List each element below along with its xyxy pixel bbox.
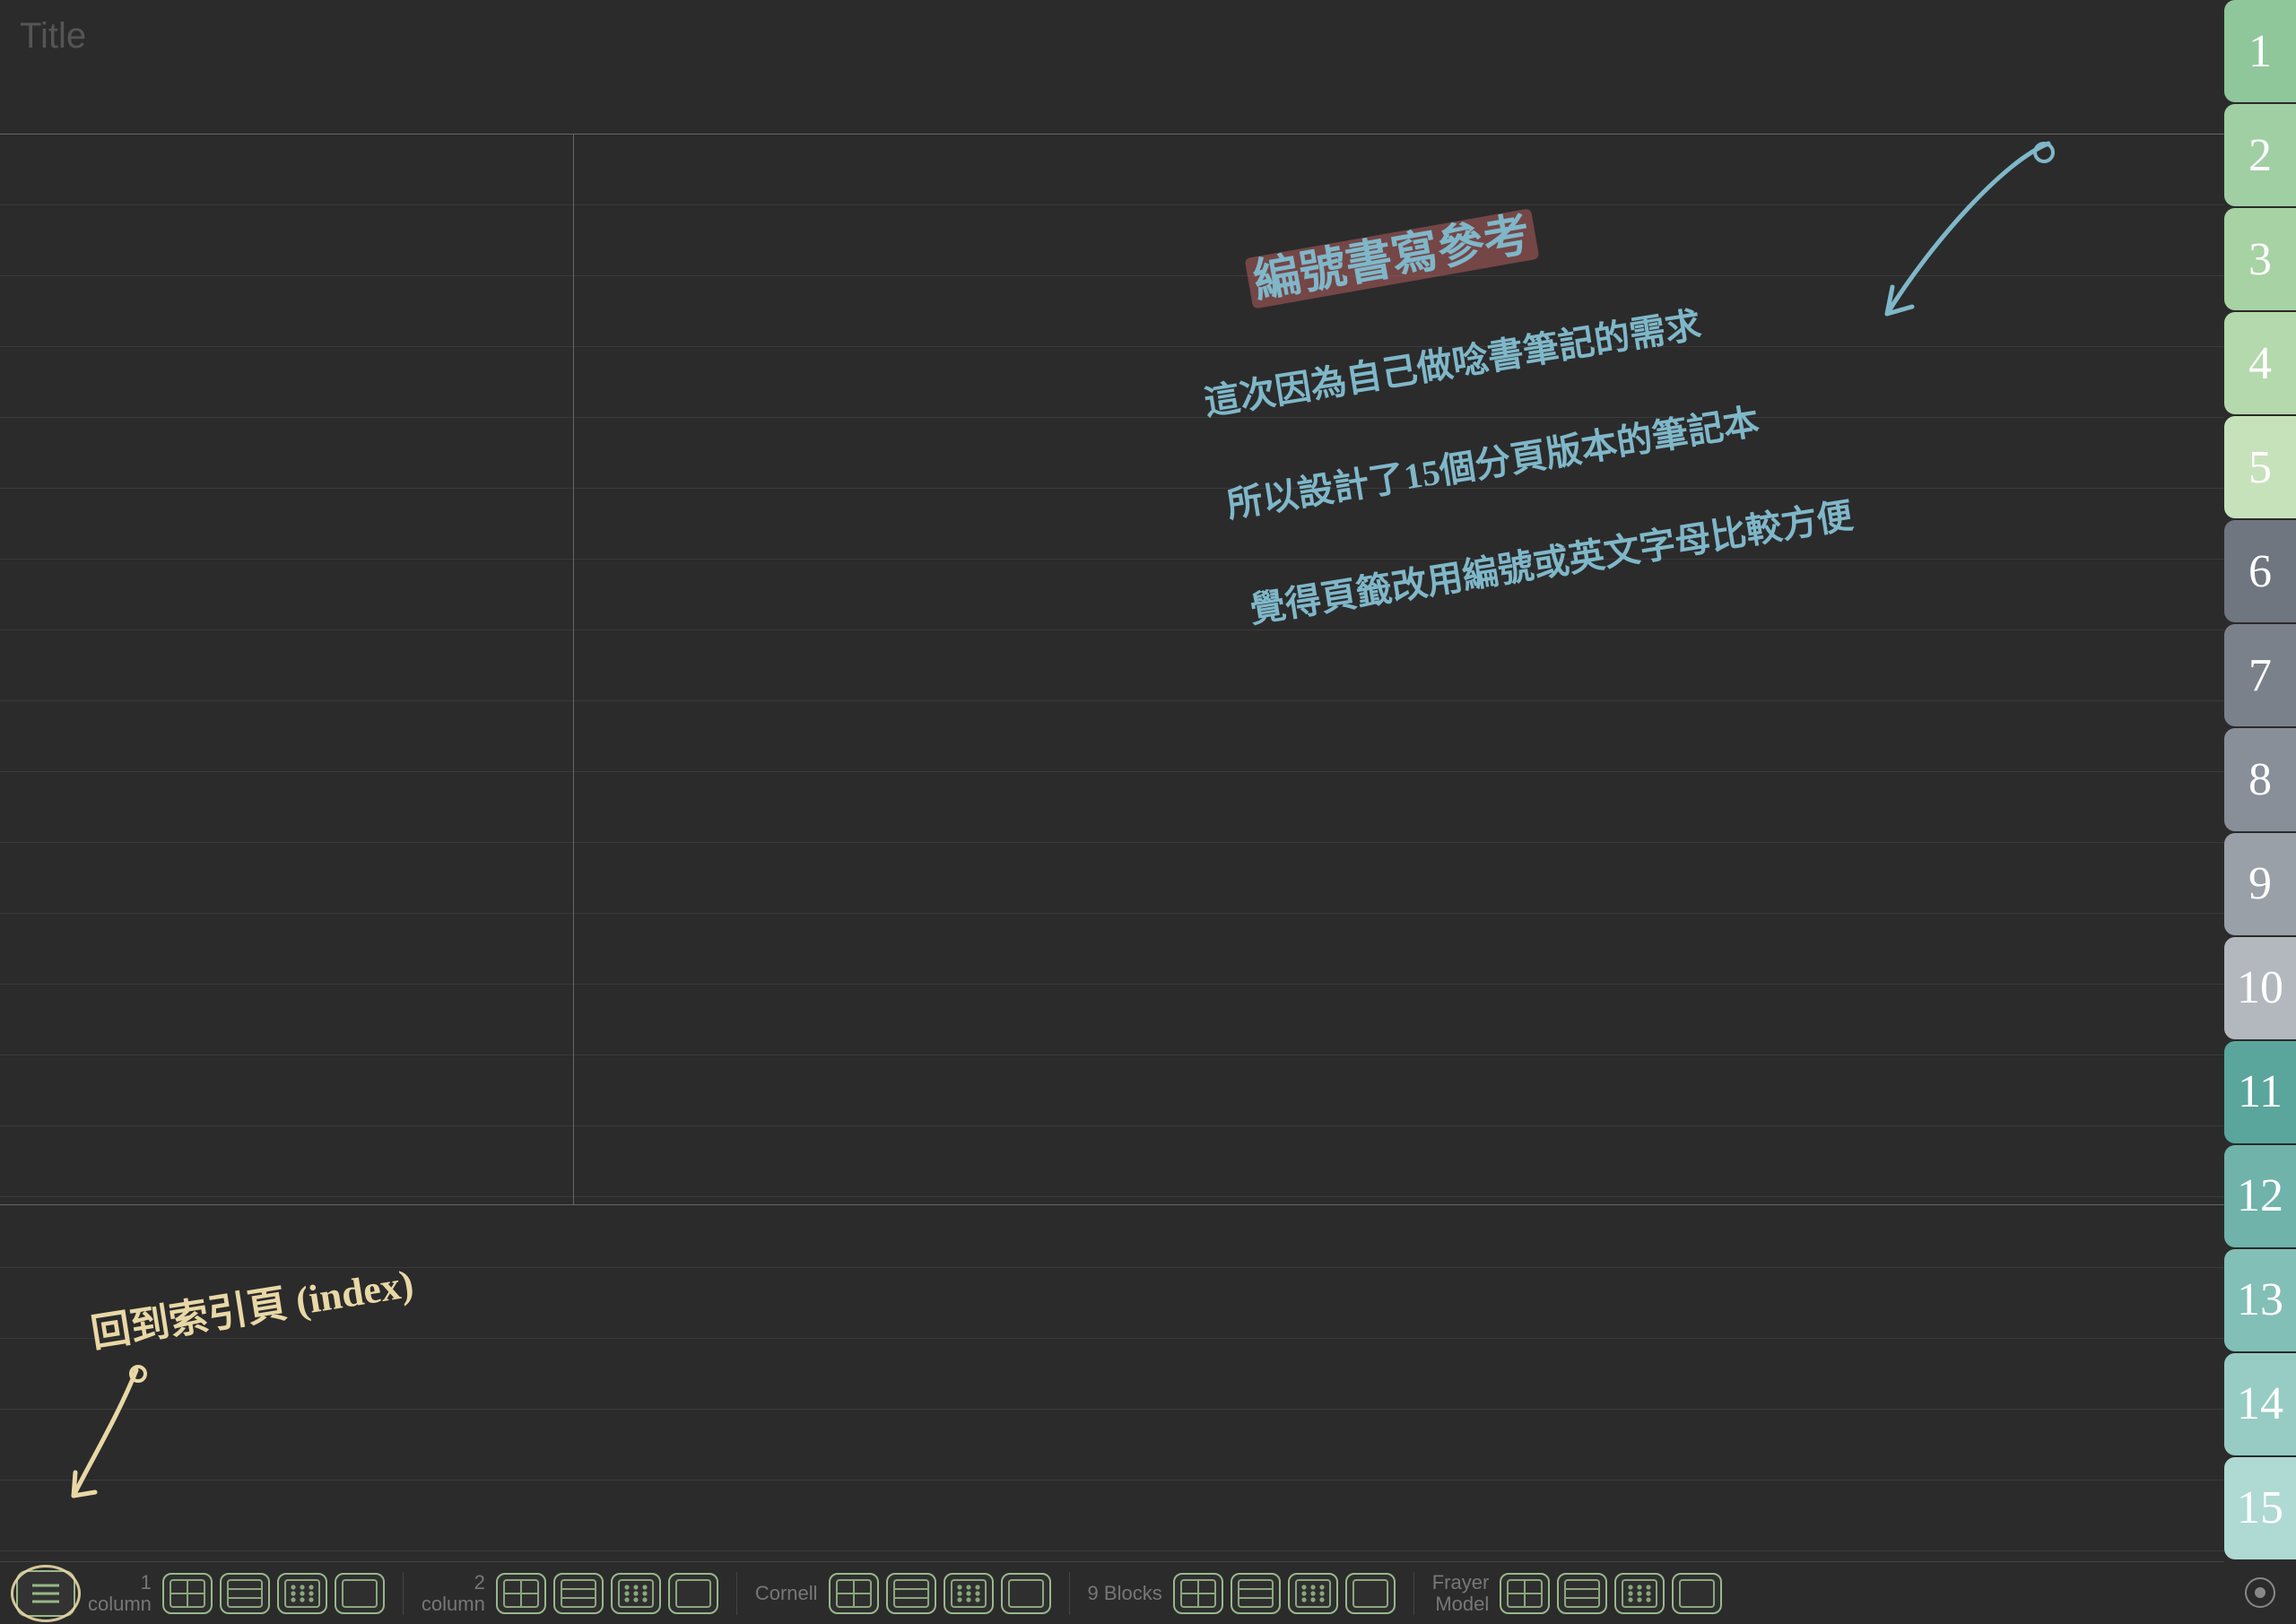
section-tab-9[interactable]: 9 [2224, 833, 2296, 935]
title-bar[interactable]: Title [0, 0, 2224, 135]
layout-blank-icon [1679, 1579, 1715, 1608]
layout-rows-icon [227, 1579, 263, 1608]
layout-1-rows[interactable] [220, 1573, 270, 1614]
layout-cornell-rows[interactable] [886, 1573, 936, 1614]
target-icon [2243, 1576, 2277, 1610]
layout-group-label: 2column [422, 1572, 489, 1613]
section-tab-7[interactable]: 7 [2224, 624, 2296, 726]
layout-2-rows[interactable] [553, 1573, 604, 1614]
layout-grid-icon [503, 1579, 539, 1608]
section-tab-5[interactable]: 5 [2224, 416, 2296, 518]
layout-grid-icon [1180, 1579, 1216, 1608]
handwriting-heading: 編號書寫參考 [1242, 195, 1540, 312]
layout-dots-icon [1622, 1579, 1657, 1608]
layout-group-label: FrayerModel [1432, 1572, 1493, 1613]
layout-grid-icon [1507, 1579, 1543, 1608]
layout-1-grid[interactable] [162, 1573, 213, 1614]
handwriting-line-2: 所以設計了15個分頁版本的筆記本 [1222, 393, 1762, 528]
layout-dots-icon [1295, 1579, 1331, 1608]
layout-group-1: 2column [422, 1572, 718, 1613]
cornell-summary-divider [0, 1204, 2224, 1205]
layout-frayer-grid[interactable] [1500, 1573, 1550, 1614]
layout-9blocks-blank[interactable] [1345, 1573, 1396, 1614]
layout-grid-icon [170, 1579, 205, 1608]
section-tab-6[interactable]: 6 [2224, 520, 2296, 622]
layout-dots-icon [951, 1579, 987, 1608]
arrow-to-menu-icon [56, 1361, 163, 1505]
cornell-cue-column [0, 135, 574, 1204]
layout-frayer-rows[interactable] [1557, 1573, 1607, 1614]
hamburger-icon [30, 1582, 61, 1605]
layout-rows-icon [561, 1579, 596, 1608]
layout-2-grid[interactable] [496, 1573, 546, 1614]
layout-group-label: 1column [88, 1572, 155, 1613]
handwriting-line-3: 覺得頁籤改用編號或英文字母比較方便 [1245, 487, 1856, 634]
layout-grid-icon [836, 1579, 872, 1608]
index-menu-button[interactable] [16, 1570, 75, 1617]
toolbar-separator [1413, 1572, 1414, 1615]
layout-rows-icon [893, 1579, 929, 1608]
layout-blank-icon [1352, 1579, 1388, 1608]
layout-blank-icon [675, 1579, 711, 1608]
toolbar-separator [403, 1572, 404, 1615]
section-tab-12[interactable]: 12 [2224, 1145, 2296, 1247]
tab-target-button[interactable] [2224, 1561, 2296, 1624]
layout-2-dots[interactable] [611, 1573, 661, 1614]
section-tabs-rail: 123456789101112131415 [2224, 0, 2296, 1624]
handwriting-index-label: 回到索引頁 (index) [86, 1251, 417, 1359]
layout-dots-icon [284, 1579, 320, 1608]
layout-9blocks-grid[interactable] [1173, 1573, 1223, 1614]
layout-cornell-blank[interactable] [1001, 1573, 1051, 1614]
toolbar-separator [1069, 1572, 1070, 1615]
layout-9blocks-dots[interactable] [1288, 1573, 1338, 1614]
section-tab-14[interactable]: 14 [2224, 1353, 2296, 1455]
layout-toolbar: 1column 2column Cornell 9 Blocks FrayerM… [0, 1561, 2224, 1624]
layout-blank-icon [1008, 1579, 1044, 1608]
layout-group-4: FrayerModel [1432, 1572, 1723, 1613]
layout-frayer-blank[interactable] [1672, 1573, 1722, 1614]
layout-group-label: Cornell [755, 1583, 822, 1603]
layout-1-dots[interactable] [277, 1573, 327, 1614]
section-tab-4[interactable]: 4 [2224, 312, 2296, 414]
layout-1-blank[interactable] [335, 1573, 385, 1614]
layout-rows-icon [1238, 1579, 1274, 1608]
layout-9blocks-rows[interactable] [1231, 1573, 1281, 1614]
layout-group-3: 9 Blocks [1088, 1573, 1396, 1614]
layout-cornell-grid[interactable] [829, 1573, 879, 1614]
note-canvas[interactable]: 編號書寫參考 這次因為自己做唸書筆記的需求 所以設計了15個分頁版本的筆記本 覺… [0, 135, 2224, 1561]
section-tab-15[interactable]: 15 [2224, 1457, 2296, 1559]
section-tab-8[interactable]: 8 [2224, 728, 2296, 830]
section-tab-10[interactable]: 10 [2224, 937, 2296, 1039]
section-tab-3[interactable]: 3 [2224, 208, 2296, 310]
section-tab-1[interactable]: 1 [2224, 0, 2296, 102]
toolbar-separator [736, 1572, 737, 1615]
section-tab-2[interactable]: 2 [2224, 104, 2296, 206]
layout-blank-icon [342, 1579, 378, 1608]
layout-group-label: 9 Blocks [1088, 1583, 1166, 1603]
layout-dots-icon [618, 1579, 654, 1608]
layout-group-0: 1column [88, 1572, 385, 1613]
layout-rows-icon [1564, 1579, 1600, 1608]
section-tab-11[interactable]: 11 [2224, 1041, 2296, 1143]
layout-frayer-dots[interactable] [1614, 1573, 1665, 1614]
layout-cornell-dots[interactable] [944, 1573, 994, 1614]
layout-group-2: Cornell [755, 1573, 1051, 1614]
handwriting-line-1: 這次因為自己做唸書筆記的需求 [1200, 295, 1704, 425]
arrow-to-tab-1-icon [1824, 135, 2057, 368]
layout-2-blank[interactable] [668, 1573, 718, 1614]
section-tab-13[interactable]: 13 [2224, 1249, 2296, 1351]
title-placeholder: Title [20, 16, 86, 56]
